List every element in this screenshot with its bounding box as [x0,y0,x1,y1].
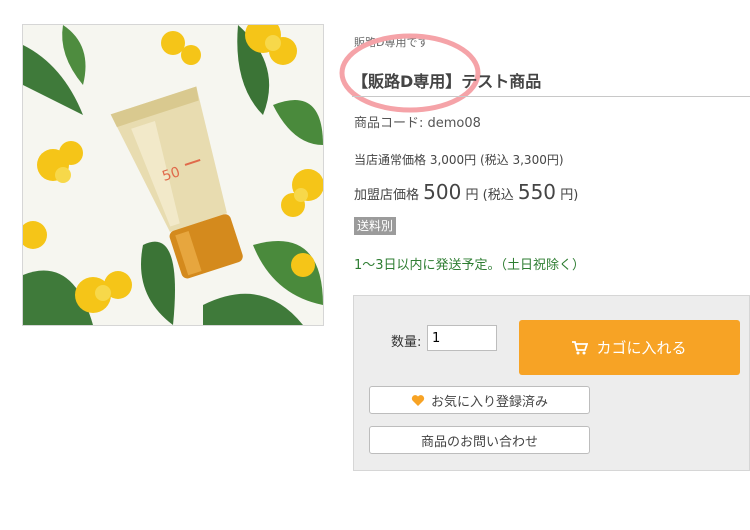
product-image[interactable]: 50 [22,24,324,326]
inquiry-label: 商品のお問い合わせ [420,434,538,450]
delivery-note: 1〜3日以内に発送予定。（土日祝除く） [354,258,586,273]
title-divider [352,96,750,97]
product-code: 商品コード: demo08 [354,116,481,131]
shipping-badge: 送料別 [354,217,397,235]
regular-price: 当店通常価格 3,000円 (税込 3,300円) [354,153,564,167]
cart-icon [572,340,589,354]
member-price-label: 加盟店価格 [354,188,420,203]
product-title: 【販路D専用】テスト商品 [352,72,542,91]
member-price-unit: 円 [465,188,479,203]
add-to-cart-label: カゴに入れる [596,339,687,357]
member-price-tax-suffix: 円) [560,188,579,203]
inquiry-button[interactable]: 商品のお問い合わせ [369,426,590,454]
member-price: 加盟店価格 500 円 (税込 550 円) [354,180,578,204]
member-price-value: 500 [423,180,462,204]
sunscreen-tube-photo: 50 [23,25,323,325]
member-price-tax-prefix: (税込 [482,188,514,203]
favorite-button[interactable]: お気に入り登録済み [369,386,590,414]
heart-icon [411,394,425,406]
favorite-label: お気に入り登録済み [430,394,548,410]
member-price-tax-value: 550 [517,180,557,204]
quantity-input[interactable] [427,325,497,351]
add-to-cart-button[interactable]: カゴに入れる [519,320,740,375]
quantity-label: 数量: [391,335,422,350]
